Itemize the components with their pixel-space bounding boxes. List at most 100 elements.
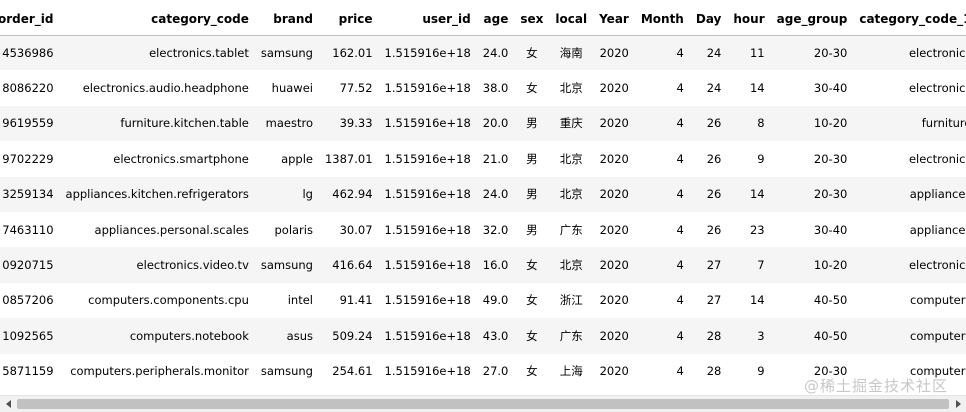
column-header-age: age bbox=[476, 4, 515, 36]
cell-age: 27.0 bbox=[482, 364, 509, 379]
cell-order-id: 8086220 bbox=[2, 81, 54, 96]
cell-user-id: 1.515916e+18 bbox=[378, 176, 477, 212]
table-row: 8086220 electronics.audio.headphone huawei… bbox=[0, 70, 966, 105]
cell-category-code: computers.peripherals.monitor bbox=[70, 364, 249, 379]
cell-user-id: 1.515916e+18 bbox=[384, 222, 471, 237]
cell-day: 26 bbox=[706, 222, 722, 237]
column-header-hour: hour bbox=[727, 4, 771, 36]
cell-order-id: 9619559 bbox=[0, 105, 60, 142]
cell-month: 4 bbox=[676, 81, 684, 96]
column-header-month: Month bbox=[634, 4, 690, 36]
cell-order-id: 3259134 bbox=[0, 176, 60, 212]
cell-user-id: 1.515916e+18 bbox=[384, 151, 471, 166]
cell-price: 162.01 bbox=[318, 35, 379, 71]
cell-day: 27 bbox=[706, 293, 722, 308]
cell-year: 2020 bbox=[593, 35, 635, 71]
cell-brand: apple bbox=[281, 151, 313, 166]
cell-day: 26 bbox=[706, 151, 722, 166]
cell-hour: 9 bbox=[757, 364, 765, 379]
cell-month: 4 bbox=[634, 105, 690, 142]
cell-category-code-1: electronics bbox=[853, 35, 966, 71]
cell-hour: 11 bbox=[727, 35, 771, 71]
cell-brand: lg bbox=[254, 176, 319, 212]
cell-day: 24 bbox=[706, 81, 722, 96]
cell-day: 28 bbox=[706, 364, 722, 379]
cell-order-id: 4536986 bbox=[0, 35, 60, 71]
cell-hour: 3 bbox=[727, 318, 771, 354]
table-row: 1092565 computers.notebook asus 509.24 1.515… bbox=[0, 318, 966, 354]
column-header-day: Day bbox=[689, 4, 728, 36]
cell-category-code-1: electronics bbox=[908, 151, 966, 166]
cell-age: 21.0 bbox=[482, 151, 509, 166]
column-header-category-code-1: category_code_1 bbox=[853, 4, 966, 36]
horizontal-scrollbar[interactable] bbox=[0, 395, 966, 412]
cell-sex: 女 bbox=[526, 81, 538, 96]
cell-category-code: electronics.video.tv bbox=[59, 247, 255, 283]
cell-hour: 8 bbox=[727, 105, 771, 142]
cell-price: 509.24 bbox=[318, 318, 379, 354]
cell-category-code: furniture.kitchen.table bbox=[59, 105, 255, 142]
cell-brand: maestro bbox=[254, 105, 319, 142]
cell-hour: 7 bbox=[727, 247, 771, 283]
arrow-right-icon[interactable] bbox=[950, 396, 966, 412]
cell-order-id: 0920715 bbox=[0, 247, 60, 283]
table-row: 9702229 electronics.smartphone apple 1387.0… bbox=[0, 141, 966, 176]
table-row: 9619559 furniture.kitchen.table maestro 39.… bbox=[0, 105, 966, 142]
cell-category-code-1: appliances bbox=[909, 222, 966, 237]
cell-month: 4 bbox=[676, 293, 684, 308]
cell-sex: 男 bbox=[514, 176, 550, 212]
cell-category-code-1: appliances bbox=[853, 176, 966, 212]
watermark: @稀土掘金技术社区 bbox=[803, 377, 948, 395]
cell-month: 4 bbox=[676, 222, 684, 237]
cell-category-code-1: electronics bbox=[908, 81, 966, 96]
table-row: 7463110 appliances.personal.scales polaris… bbox=[0, 212, 966, 247]
cell-age-group: 20-30 bbox=[813, 151, 848, 166]
column-header-age-group: age_group bbox=[770, 4, 854, 36]
cell-local: 广东 bbox=[559, 222, 583, 237]
cell-category-code: computers.notebook bbox=[59, 318, 255, 354]
cell-month: 4 bbox=[676, 364, 684, 379]
cell-year: 2020 bbox=[599, 364, 629, 379]
table-row: 0857206 computers.components.cpu intel 91.4… bbox=[0, 283, 966, 318]
cell-local: 北京 bbox=[549, 247, 594, 283]
cell-order-id: 0857206 bbox=[2, 293, 54, 308]
cell-user-id: 1.515916e+18 bbox=[384, 81, 471, 96]
cell-age-group: 40-50 bbox=[770, 318, 854, 354]
table-row: 3259134 appliances.kitchen.refrigerators l… bbox=[0, 176, 966, 212]
cell-user-id: 1.515916e+18 bbox=[378, 105, 477, 142]
column-header-local: local bbox=[549, 4, 594, 36]
column-header-price: price bbox=[318, 4, 379, 36]
cell-age-group: 30-40 bbox=[813, 81, 848, 96]
table-row: 0920715 electronics.video.tv samsung 416.64… bbox=[0, 247, 966, 283]
cell-user-id: 1.515916e+18 bbox=[378, 318, 477, 354]
cell-local: 北京 bbox=[559, 81, 583, 96]
cell-category-code: electronics.tablet bbox=[59, 35, 255, 71]
arrow-left-icon[interactable] bbox=[0, 396, 16, 412]
column-header-brand: brand bbox=[254, 4, 319, 36]
cell-month: 4 bbox=[634, 318, 690, 354]
cell-day: 26 bbox=[689, 176, 728, 212]
cell-month: 4 bbox=[634, 247, 690, 283]
column-header-sex: sex bbox=[514, 4, 550, 36]
cell-age: 43.0 bbox=[476, 318, 515, 354]
cell-age-group: 30-40 bbox=[813, 222, 848, 237]
cell-order-id: 7463110 bbox=[2, 222, 54, 237]
cell-brand: intel bbox=[287, 293, 313, 308]
cell-sex: 男 bbox=[526, 222, 538, 237]
scrollbar-thumb[interactable] bbox=[17, 399, 949, 409]
cell-sex: 女 bbox=[526, 293, 538, 308]
cell-sex: 男 bbox=[514, 105, 550, 142]
cell-local: 北京 bbox=[559, 151, 583, 166]
cell-price: 416.64 bbox=[318, 247, 379, 283]
cell-age: 16.0 bbox=[476, 247, 515, 283]
cell-price: 39.33 bbox=[318, 105, 379, 142]
cell-age-group: 10-20 bbox=[770, 105, 854, 142]
cell-age: 20.0 bbox=[476, 105, 515, 142]
cell-user-id: 1.515916e+18 bbox=[384, 364, 471, 379]
cell-local: 海南 bbox=[549, 35, 594, 71]
column-header-category-code: category_code bbox=[59, 4, 255, 36]
cell-year: 2020 bbox=[593, 176, 635, 212]
cell-year: 2020 bbox=[599, 151, 629, 166]
cell-local: 北京 bbox=[549, 176, 594, 212]
header-row: order_id category_code brand price user_id ag… bbox=[0, 4, 966, 36]
